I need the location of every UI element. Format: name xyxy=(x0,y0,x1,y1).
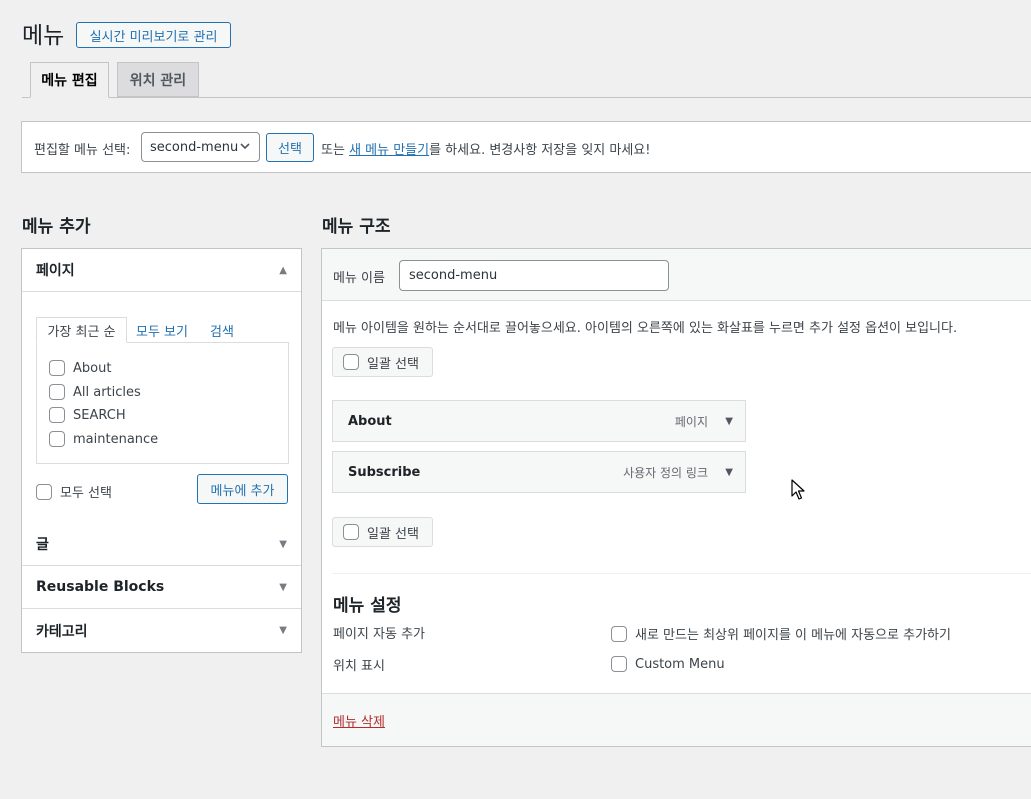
menu-structure-heading: 메뉴 구조 xyxy=(322,217,391,237)
subtab-search[interactable]: 검색 xyxy=(210,317,234,343)
select-all-checkbox[interactable] xyxy=(36,483,52,500)
menu-name-header: 메뉴 이름 second-menu xyxy=(322,249,1031,301)
expand-arrow-icon: ▼ xyxy=(279,538,287,550)
tab-edit-menus[interactable]: 메뉴 편집 xyxy=(30,62,109,98)
list-item: About xyxy=(49,360,111,376)
auto-add-pages-option: 새로 만드는 최상위 페이지를 이 메뉴에 자동으로 추가하기 xyxy=(611,624,951,643)
expand-arrow-icon[interactable]: ▼ xyxy=(725,416,733,427)
list-item: SEARCH xyxy=(49,407,126,423)
accordion-reusable-blocks[interactable]: Reusable Blocks ▼ xyxy=(22,566,301,609)
menu-select-dropdown[interactable]: second-menu xyxy=(141,132,260,162)
menu-structure-panel: 메뉴 이름 second-menu 메뉴 아이템을 원하는 순서대로 끌어놓으세… xyxy=(321,248,1031,747)
expand-arrow-icon[interactable]: ▼ xyxy=(725,467,733,478)
menu-item-about[interactable]: About 페이지 ▼ xyxy=(332,400,746,442)
auto-add-pages-label: 페이지 자동 추가 xyxy=(333,627,425,642)
pages-accordion-body: 가장 최근 순 모두 보기 검색 About All articles SEAR… xyxy=(22,292,301,523)
bulk-select-checkbox[interactable] xyxy=(343,354,359,370)
create-menu-hint: 또는 새 메뉴 만들기를 하세요. 변경사항 저장을 잊지 마세요! xyxy=(321,139,650,158)
menu-settings-heading: 메뉴 설정 xyxy=(333,596,402,616)
select-all-label: 모두 선택 xyxy=(60,486,112,501)
auto-add-pages-option-label: 새로 만드는 최상위 페이지를 이 메뉴에 자동으로 추가하기 xyxy=(635,628,951,643)
live-preview-button[interactable]: 실시간 미리보기로 관리 xyxy=(76,22,231,48)
accordion-posts[interactable]: 글 ▼ xyxy=(22,523,301,566)
select-all-row: 모두 선택 xyxy=(36,482,112,501)
bulk-select-button-bottom[interactable]: 일괄 선택 xyxy=(332,517,433,547)
collapse-arrow-icon: ▲ xyxy=(279,264,287,276)
display-location-option: Custom Menu xyxy=(611,656,725,672)
tabs-divider xyxy=(22,97,1031,98)
list-item: All articles xyxy=(49,384,141,400)
select-menu-button[interactable]: 선택 xyxy=(266,133,314,162)
hint-text-after: 를 하세요. 변경사항 저장을 잊지 마세요! xyxy=(429,143,651,158)
tab-manage-locations[interactable]: 위치 관리 xyxy=(117,62,199,97)
create-new-menu-link[interactable]: 새 메뉴 만들기 xyxy=(349,143,429,158)
chevron-down-icon xyxy=(239,139,251,156)
custom-menu-checkbox[interactable] xyxy=(611,656,627,672)
bulk-select-checkbox[interactable] xyxy=(343,524,359,540)
delete-menu-link[interactable]: 메뉴 삭제 xyxy=(333,711,385,730)
auto-add-pages-checkbox[interactable] xyxy=(611,625,627,642)
selected-menu-value: second-menu xyxy=(150,139,239,155)
hint-text-before: 또는 xyxy=(321,143,345,158)
list-item: maintenance xyxy=(49,431,158,447)
page-title: 메뉴 xyxy=(22,23,65,49)
display-location-label: 위치 표시 xyxy=(333,659,385,674)
page-checkbox[interactable] xyxy=(49,360,65,376)
expand-arrow-icon: ▼ xyxy=(279,625,287,636)
pages-checklist: About All articles SEARCH maintenance xyxy=(36,342,289,464)
accordion-categories-label: 카테고리 xyxy=(36,623,88,640)
menu-name-input[interactable]: second-menu xyxy=(399,260,669,291)
page-label: SEARCH xyxy=(73,407,126,423)
menu-select-bar: 편집할 메뉴 선택: second-menu 선택 또는 새 메뉴 만들기를 하… xyxy=(21,121,1031,173)
add-to-menu-button[interactable]: 메뉴에 추가 xyxy=(197,474,288,504)
page-label: maintenance xyxy=(73,431,159,447)
menu-item-type: 사용자 정의 링크 xyxy=(623,465,708,480)
add-menu-items-heading: 메뉴 추가 xyxy=(22,217,91,237)
subtab-view-all[interactable]: 모두 보기 xyxy=(136,317,188,343)
menu-item-type: 페이지 xyxy=(674,414,708,429)
page-label: All articles xyxy=(73,384,141,400)
menu-item-title: About xyxy=(348,413,392,429)
accordion-categories[interactable]: 카테고리 ▼ xyxy=(22,609,301,652)
subtab-most-recent[interactable]: 가장 최근 순 xyxy=(36,317,127,343)
settings-divider xyxy=(332,573,1031,574)
accordion-posts-label: 글 xyxy=(36,537,49,553)
expand-arrow-icon: ▼ xyxy=(279,581,287,593)
bulk-select-label: 일괄 선택 xyxy=(367,356,419,372)
page-checkbox[interactable] xyxy=(49,431,65,447)
add-menu-items-panel: 페이지 ▲ 가장 최근 순 모두 보기 검색 About All article… xyxy=(21,248,302,653)
accordion-pages[interactable]: 페이지 ▲ xyxy=(22,249,301,292)
bulk-select-label: 일괄 선택 xyxy=(367,526,419,542)
drag-instructions: 메뉴 아이템을 원하는 순서대로 끌어놓으세요. 아이템의 오른쪽에 있는 화살… xyxy=(333,321,958,336)
page-checkbox[interactable] xyxy=(49,407,65,423)
accordion-reusable-blocks-label: Reusable Blocks xyxy=(36,579,165,595)
menu-structure-footer: 메뉴 삭제 xyxy=(322,693,1031,746)
mouse-cursor-icon xyxy=(791,479,805,501)
menu-name-label: 메뉴 이름 xyxy=(333,271,385,286)
page-label: About xyxy=(73,360,112,376)
bulk-select-button-top[interactable]: 일괄 선택 xyxy=(332,347,433,377)
select-menu-label: 편집할 메뉴 선택: xyxy=(34,143,131,158)
menu-item-subscribe[interactable]: Subscribe 사용자 정의 링크 ▼ xyxy=(332,451,746,493)
page-checkbox[interactable] xyxy=(49,384,65,400)
accordion-pages-label: 페이지 xyxy=(36,263,75,279)
menu-item-title: Subscribe xyxy=(348,464,421,480)
custom-menu-label: Custom Menu xyxy=(635,656,725,672)
